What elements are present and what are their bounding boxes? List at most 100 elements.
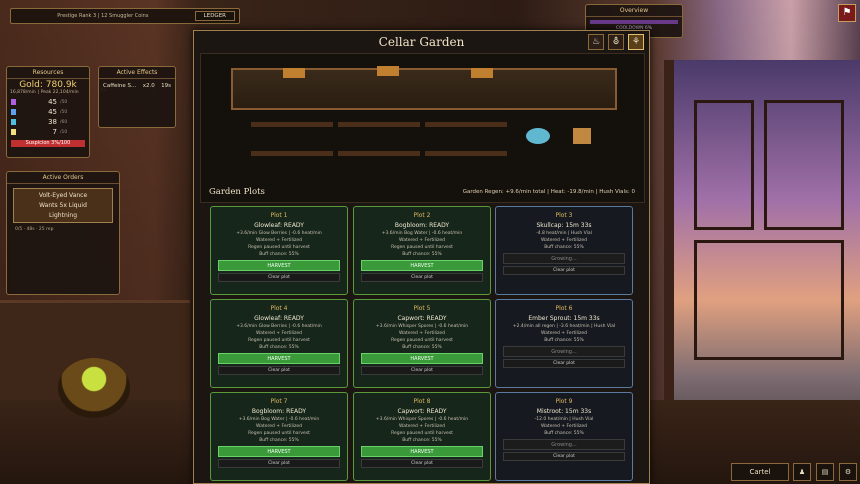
watering-can-icon[interactable] (526, 128, 550, 144)
order-customer: Volt-Eyed Vance (38, 192, 88, 199)
plot-buff: Buff chance: 55% (402, 252, 442, 257)
plot-buff: Buff chance: 55% (259, 252, 299, 257)
gear-icon[interactable]: ⚙ (839, 463, 857, 481)
harvest-button[interactable]: HARVEST (361, 260, 483, 271)
alert-icon[interactable]: ⚑ (838, 4, 856, 22)
window-pane (694, 240, 844, 360)
grow-lamp-icon (283, 68, 305, 78)
tab-cellar-icon[interactable]: ⛢ (608, 34, 624, 50)
prestige-text: Prestige Rank 3 | 12 Smuggler Coins (57, 13, 149, 19)
resource-value: 38 (48, 118, 57, 126)
plot-status: Bogbloom: READY (251, 408, 307, 415)
resource-row: 45/50 (11, 107, 85, 117)
clear-plot-button[interactable]: Clear plot (218, 459, 340, 468)
plot-care: Watered + Fertilized (541, 424, 587, 429)
clear-plot-button[interactable]: Clear plot (503, 266, 625, 275)
clear-plot-button[interactable]: Clear plot (218, 273, 340, 282)
garden-plot: Plot 9 Mistroot: 15m 33s -12.0 heat/min | … (495, 392, 633, 481)
plot-name: Plot 8 (413, 398, 431, 405)
plot-note: Buff chance: 55% (544, 245, 584, 250)
plot-yield: +2.4/min all regen | -3.6 heat/min | Hus… (512, 324, 616, 329)
gold-value: Gold: 780.9k (19, 80, 77, 90)
cellar-garden-modal: Cellar Garden ♨ ⛢ ⚘ Garden Plots Garden … (193, 30, 650, 484)
plot-yield: +3.6/min Bog Water | -0.6 heat/min (381, 231, 463, 236)
resource-row: 38/60 (11, 117, 85, 127)
garden-header: Garden Plots Garden Regen: +9.6/min tota… (209, 187, 635, 197)
clear-plot-button[interactable]: Clear plot (361, 366, 483, 375)
plot-status: Mistroot: 15m 33s (536, 408, 592, 415)
plot-status: Bogbloom: READY (394, 222, 450, 229)
harvest-button[interactable]: HARVEST (361, 446, 483, 457)
book-icon[interactable]: ▤ (816, 463, 834, 481)
gold-peak: | Peak 22,104/min (37, 90, 79, 95)
plot-note: Regen paused until harvest (248, 431, 310, 436)
cauldron[interactable] (58, 358, 130, 418)
plot-buff: Buff chance: 55% (402, 438, 442, 443)
garden-plot: Plot 7 Bogbloom: READY +3.6/min Bog Water … (210, 392, 348, 481)
plot-yield: +3.6/min Glow Berries | -0.6 heat/min (236, 231, 322, 236)
resource-icon (11, 119, 16, 125)
tab-garden-icon[interactable]: ⚘ (628, 34, 644, 50)
gold-rate-row: 16,878/min | Peak 22,104/min (7, 90, 89, 95)
clear-plot-button[interactable]: Clear plot (503, 359, 625, 368)
plot-name: Plot 3 (555, 212, 573, 219)
plot-care: Watered + Fertilized (256, 238, 302, 243)
garden-scene (200, 53, 645, 203)
clear-plot-button[interactable]: Clear plot (361, 273, 483, 282)
plot-yield: +3.6/min Whisper Spores | -0.6 heat/min (375, 417, 469, 422)
tab-brew-icon[interactable]: ♨ (588, 34, 604, 50)
resource-list: 45/50 45/50 38/60 7/10 (7, 95, 89, 139)
plot-care: Watered + Fertilized (399, 331, 445, 336)
resource-row: 7/10 (11, 127, 85, 137)
grow-lamp-icon (377, 66, 399, 76)
plot-yield: -4.8 heat/min | Hush Vial (536, 231, 592, 236)
clear-plot-button[interactable]: Clear plot (361, 459, 483, 468)
effect-name: Caffeine S... (103, 83, 137, 89)
orders-panel: Active Orders Volt-Eyed Vance Wants 5x L… (6, 171, 120, 295)
overview-bar (590, 20, 678, 24)
garden-plot: Plot 8 Capwort: READY +3.6/min Whisper Spo… (353, 392, 491, 481)
fertilizer-icon[interactable] (573, 128, 591, 144)
effect-row: Caffeine S... x2.0 19s (99, 79, 175, 93)
resource-max: /50 (60, 99, 68, 105)
resource-value: 45 (48, 98, 57, 106)
garden-plot: Plot 4 Glowleaf: READY +3.6/min Glow Berri… (210, 299, 348, 388)
order-card[interactable]: Volt-Eyed Vance Wants 5x Liquid Lightnin… (13, 188, 113, 223)
people-icon[interactable]: ♟ (793, 463, 811, 481)
plot-status: Skullcap: 15m 33s (536, 222, 592, 229)
effect-mult: x2.0 (142, 83, 155, 89)
garden-stats: Garden Regen: +9.6/min total | Heat: -19… (462, 189, 635, 195)
resources-title: Resources (7, 67, 89, 79)
modal-title: Cellar Garden (378, 35, 465, 49)
garden-plot: Plot 5 Capwort: READY +3.6/min Whisper Spo… (353, 299, 491, 388)
ledger-button[interactable]: LEDGER (194, 11, 235, 21)
window-pane (764, 100, 844, 230)
overview-title: Overview (586, 5, 682, 17)
harvest-button[interactable]: HARVEST (361, 353, 483, 364)
plot-note: Regen paused until harvest (248, 245, 310, 250)
plot-note: Buff chance: 55% (544, 431, 584, 436)
plot-name: Plot 2 (413, 212, 431, 219)
cartel-button[interactable]: Cartel (731, 463, 789, 481)
order-want: Wants 5x Liquid (39, 202, 87, 209)
garden-title: Garden Plots (209, 187, 265, 197)
plot-note: Buff chance: 55% (544, 338, 584, 343)
plot-status: Ember Sprout: 15m 33s (528, 315, 600, 322)
clear-plot-button[interactable]: Clear plot (218, 366, 340, 375)
resource-max: /60 (60, 119, 68, 125)
grow-lamp-icon (471, 68, 493, 78)
plot-care: Watered + Fertilized (541, 331, 587, 336)
garden-plot: Plot 3 Skullcap: 15m 33s -4.8 heat/min | H… (495, 206, 633, 295)
effect-time: 19s (161, 83, 171, 89)
window-pane (694, 100, 754, 230)
plot-care: Watered + Fertilized (399, 238, 445, 243)
harvest-button[interactable]: HARVEST (218, 260, 340, 271)
resources-panel: Resources Gold: 780.9k 16,878/min | Peak … (6, 66, 90, 158)
plot-name: Plot 4 (270, 305, 288, 312)
prestige-bar: Prestige Rank 3 | 12 Smuggler Coins LEDG… (10, 8, 240, 24)
plot-yield: +3.6/min Bog Water | -0.6 heat/min (238, 417, 320, 422)
clear-plot-button[interactable]: Clear plot (503, 452, 625, 461)
plot-name: Plot 9 (555, 398, 573, 405)
harvest-button[interactable]: HARVEST (218, 353, 340, 364)
harvest-button[interactable]: HARVEST (218, 446, 340, 457)
